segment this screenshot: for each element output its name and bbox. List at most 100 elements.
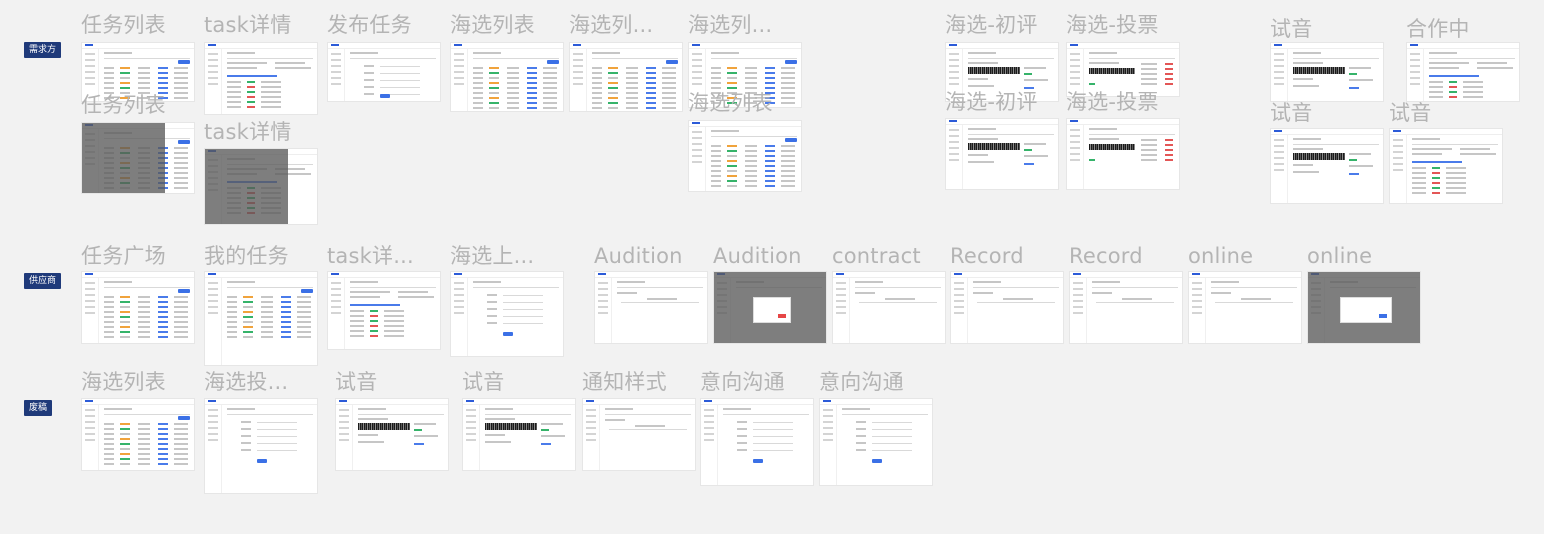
modal-dialog[interactable] — [1340, 297, 1392, 323]
frame-title[interactable]: task详情 — [204, 119, 291, 145]
mock-txt — [358, 408, 386, 410]
mock-txt — [1089, 52, 1117, 54]
mock-txt — [781, 87, 795, 89]
frame-thumbnail[interactable] — [1406, 42, 1520, 102]
frame-title[interactable]: 海选列... — [569, 12, 653, 38]
frame-title[interactable]: 任务列表 — [81, 92, 166, 118]
frame-thumbnail[interactable] — [450, 42, 564, 112]
frame-thumbnail[interactable] — [832, 271, 946, 344]
frame-thumbnail[interactable] — [462, 398, 576, 471]
frame-title[interactable]: 海选投... — [204, 369, 288, 395]
frame-thumbnail[interactable] — [1307, 271, 1421, 344]
frame-thumbnail[interactable] — [1389, 128, 1503, 204]
mock-txt — [174, 147, 188, 149]
frame-title[interactable]: 通知样式 — [582, 369, 667, 395]
frame-title[interactable]: 海选-初评 — [945, 89, 1038, 115]
section-label[interactable]: 需求方 — [24, 42, 62, 58]
frame-thumbnail[interactable] — [327, 42, 441, 102]
frame-title[interactable]: 意向沟通 — [819, 369, 904, 395]
frame-thumbnail[interactable] — [945, 118, 1059, 190]
mock-blue — [646, 72, 656, 74]
frame-thumbnail[interactable] — [688, 120, 802, 192]
mock-green — [1432, 177, 1440, 179]
frame-title[interactable]: 试音 — [1389, 100, 1431, 126]
frame-title[interactable]: Audition — [713, 243, 802, 269]
mock-blue — [646, 97, 656, 99]
mock-txt — [727, 77, 737, 79]
frame-thumbnail[interactable] — [1270, 42, 1384, 102]
design-canvas[interactable]: 需求方 任务列表 task详情 发布任务 海选列表 海选列... 海选列... 海选-初评 海选… — [0, 0, 1544, 534]
frame-thumbnail[interactable] — [204, 271, 318, 366]
frame-title[interactable]: task详... — [327, 243, 414, 269]
mock-txt — [174, 336, 188, 338]
frame-thumbnail[interactable] — [204, 42, 318, 115]
frame-title[interactable]: 海选上... — [450, 243, 534, 269]
frame-title[interactable]: 海选列... — [688, 12, 772, 38]
frame-thumbnail[interactable] — [81, 122, 195, 194]
frame-title[interactable]: 我的任务 — [204, 243, 289, 269]
frame-thumbnail[interactable] — [327, 271, 441, 350]
mock-txt — [745, 145, 757, 147]
frame-title[interactable]: Record — [1069, 243, 1143, 269]
frame-thumbnail[interactable] — [81, 271, 195, 344]
frame-title[interactable]: online — [1188, 243, 1253, 269]
mock-txt — [473, 87, 483, 89]
mock-txt — [261, 326, 273, 328]
frame-title[interactable]: 海选-初评 — [945, 12, 1038, 38]
mock-blue — [158, 72, 168, 74]
frame-title[interactable]: 意向沟通 — [700, 369, 785, 395]
frame-title[interactable]: 试音 — [335, 369, 377, 395]
mock-txt — [104, 453, 114, 455]
frame-title[interactable]: Record — [950, 243, 1024, 269]
frame-title[interactable]: 发布任务 — [327, 12, 412, 38]
frame-thumbnail[interactable] — [819, 398, 933, 486]
frame-title[interactable]: online — [1307, 243, 1372, 269]
mock-line — [503, 316, 543, 317]
mock-txt — [1429, 86, 1443, 88]
frame-thumbnail[interactable] — [950, 271, 1064, 344]
mock-red — [1432, 172, 1440, 174]
frame-thumbnail[interactable] — [81, 398, 195, 471]
frame-thumbnail[interactable] — [1188, 271, 1302, 344]
frame-title[interactable]: contract — [832, 243, 921, 269]
frame-title[interactable]: 海选列表 — [81, 369, 166, 395]
frame-title[interactable]: 海选列表 — [688, 90, 773, 116]
frame-title[interactable]: 合作中 — [1406, 16, 1470, 42]
frame-title[interactable]: 试音 — [1270, 100, 1312, 126]
mock-txt — [174, 167, 188, 169]
mock-red — [370, 325, 378, 327]
modal-dialog[interactable] — [753, 297, 791, 323]
frame-thumbnail[interactable] — [1069, 271, 1183, 344]
section-label[interactable]: 供应商 — [24, 273, 62, 289]
frame-title[interactable]: Audition — [594, 243, 683, 269]
frame-thumbnail[interactable] — [335, 398, 449, 471]
frame-title[interactable]: task详情 — [204, 12, 291, 38]
mock-txt — [487, 301, 497, 303]
frame-thumbnail[interactable] — [582, 398, 696, 471]
modal-confirm-button[interactable] — [778, 314, 786, 318]
frame-title[interactable]: 海选-投票 — [1066, 12, 1159, 38]
section-label[interactable]: 废稿 — [24, 400, 53, 416]
frame-thumbnail[interactable] — [204, 148, 318, 225]
frame-thumbnail[interactable] — [700, 398, 814, 486]
mock-txt — [723, 408, 751, 410]
modal-confirm-button[interactable] — [1379, 314, 1387, 318]
mock-line — [1412, 144, 1498, 145]
frame-thumbnail[interactable] — [204, 398, 318, 494]
frame-title[interactable]: 任务广场 — [81, 243, 166, 269]
frame-thumbnail[interactable] — [569, 42, 683, 112]
frame-title[interactable]: 海选-投票 — [1066, 89, 1159, 115]
frame-thumbnail[interactable] — [1270, 128, 1384, 204]
mock-txt — [727, 170, 737, 172]
mock-txt — [1412, 167, 1426, 169]
frame-title[interactable]: 试音 — [1270, 16, 1312, 42]
mock-blue — [158, 331, 168, 333]
frame-thumbnail[interactable] — [594, 271, 708, 344]
frame-thumbnail[interactable] — [713, 271, 827, 344]
frame-title[interactable]: 试音 — [462, 369, 504, 395]
mock-txt — [745, 67, 757, 69]
frame-title[interactable]: 海选列表 — [450, 12, 535, 38]
frame-thumbnail[interactable] — [1066, 118, 1180, 190]
frame-thumbnail[interactable] — [450, 271, 564, 357]
frame-title[interactable]: 任务列表 — [81, 12, 166, 38]
